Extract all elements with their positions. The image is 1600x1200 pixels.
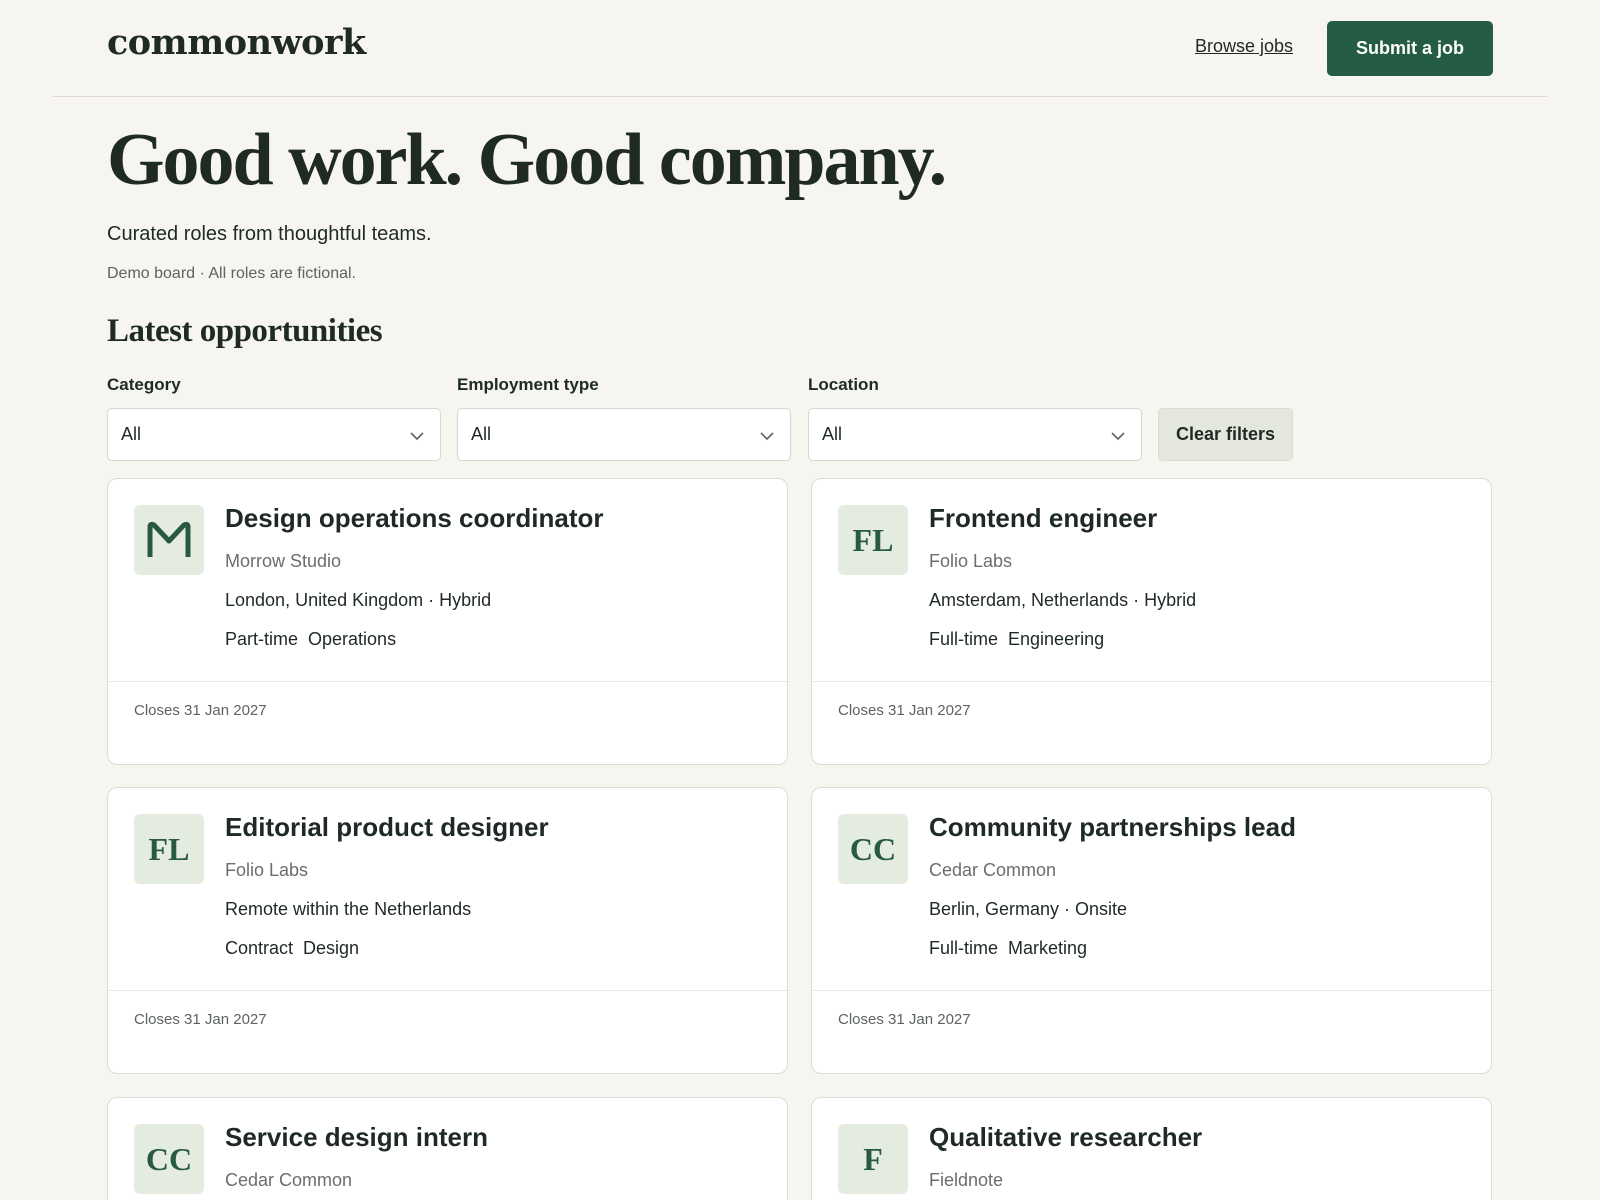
- browse-jobs-link[interactable]: Browse jobs: [1195, 36, 1293, 57]
- employment-type-tag: Full-time: [929, 629, 999, 649]
- chevron-down-icon: [1111, 432, 1125, 441]
- job-card[interactable]: CC Community partnerships lead Cedar Com…: [811, 787, 1492, 1074]
- company-logo: F: [838, 1124, 908, 1194]
- card-divider: [812, 681, 1491, 682]
- job-tags: Full-time Engineering: [929, 629, 1104, 650]
- company-name: Morrow Studio: [225, 551, 342, 571]
- hero-title: Good work. Good company.: [107, 119, 947, 201]
- category-select-value: All: [121, 424, 142, 444]
- section-title: Latest opportunities: [107, 313, 383, 349]
- card-divider: [812, 990, 1491, 991]
- submit-job-button[interactable]: Submit a job: [1327, 21, 1493, 76]
- clear-filters-button[interactable]: Clear filters: [1158, 408, 1293, 461]
- company-name: Folio Labs: [929, 551, 1013, 571]
- employment-type-select[interactable]: All: [457, 408, 791, 461]
- site-logo[interactable]: commonwork: [107, 22, 366, 63]
- company-logo: CC: [838, 814, 908, 884]
- category-filter-label: Category: [107, 375, 181, 394]
- company-name: Cedar Common: [225, 1170, 353, 1190]
- job-tags: Part-time Operations: [225, 629, 396, 650]
- category-tag: Marketing: [1008, 938, 1088, 958]
- morrow-studio-m-logo-icon: [147, 521, 191, 557]
- job-card[interactable]: F Qualitative researcher Fieldnote: [811, 1097, 1492, 1200]
- employment-filter-label: Employment type: [457, 375, 599, 394]
- location-select-value: All: [822, 424, 843, 444]
- chevron-down-icon: [410, 432, 424, 441]
- job-title[interactable]: Editorial product designer: [225, 812, 549, 843]
- job-location: London, United Kingdom · Hybrid: [225, 590, 492, 610]
- category-tag: Engineering: [1008, 629, 1105, 649]
- closing-date: Closes 31 Jan 2027: [838, 702, 971, 719]
- employment-type-tag: Full-time: [929, 938, 999, 958]
- job-location: Amsterdam, Netherlands · Hybrid: [929, 590, 1197, 610]
- card-divider: [108, 990, 787, 991]
- job-location: Remote within the Netherlands: [225, 899, 472, 919]
- location-filter-label: Location: [808, 375, 879, 394]
- job-tags: Contract Design: [225, 938, 359, 959]
- job-card[interactable]: CC Service design intern Cedar Common: [107, 1097, 788, 1200]
- category-tag: Operations: [308, 629, 397, 649]
- location-select[interactable]: All: [808, 408, 1142, 461]
- category-tag: Design: [303, 938, 360, 958]
- category-select[interactable]: All: [107, 408, 441, 461]
- job-location: Berlin, Germany · Onsite: [929, 899, 1128, 919]
- job-title[interactable]: Qualitative researcher: [929, 1122, 1202, 1153]
- job-title[interactable]: Service design intern: [225, 1122, 488, 1153]
- employment-select-value: All: [471, 424, 492, 444]
- job-tags: Full-time Marketing: [929, 938, 1087, 959]
- company-name: Cedar Common: [929, 860, 1057, 880]
- card-divider: [108, 681, 787, 682]
- employment-type-tag: Contract: [225, 938, 294, 958]
- company-logo: CC: [134, 1124, 204, 1194]
- job-card[interactable]: Design operations coordinator Morrow Stu…: [107, 478, 788, 765]
- job-title[interactable]: Frontend engineer: [929, 503, 1157, 534]
- job-card[interactable]: FL Frontend engineer Folio Labs Amsterda…: [811, 478, 1492, 765]
- closing-date: Closes 31 Jan 2027: [134, 702, 267, 719]
- demo-note: Demo board · All roles are fictional.: [107, 265, 356, 282]
- company-name: Fieldnote: [929, 1170, 1004, 1190]
- company-logo: FL: [838, 505, 908, 575]
- employment-type-tag: Part-time: [225, 629, 299, 649]
- site-header: commonwork Browse jobs Submit a job: [53, 0, 1547, 97]
- company-logo: [134, 505, 204, 575]
- hero-subtitle: Curated roles from thoughtful teams.: [107, 223, 432, 245]
- chevron-down-icon: [760, 432, 774, 441]
- company-name: Folio Labs: [225, 860, 309, 880]
- company-logo: FL: [134, 814, 204, 884]
- closing-date: Closes 31 Jan 2027: [838, 1011, 971, 1028]
- job-card[interactable]: FL Editorial product designer Folio Labs…: [107, 787, 788, 1074]
- job-title[interactable]: Community partnerships lead: [929, 812, 1296, 843]
- job-title[interactable]: Design operations coordinator: [225, 503, 604, 534]
- closing-date: Closes 31 Jan 2027: [134, 1011, 267, 1028]
